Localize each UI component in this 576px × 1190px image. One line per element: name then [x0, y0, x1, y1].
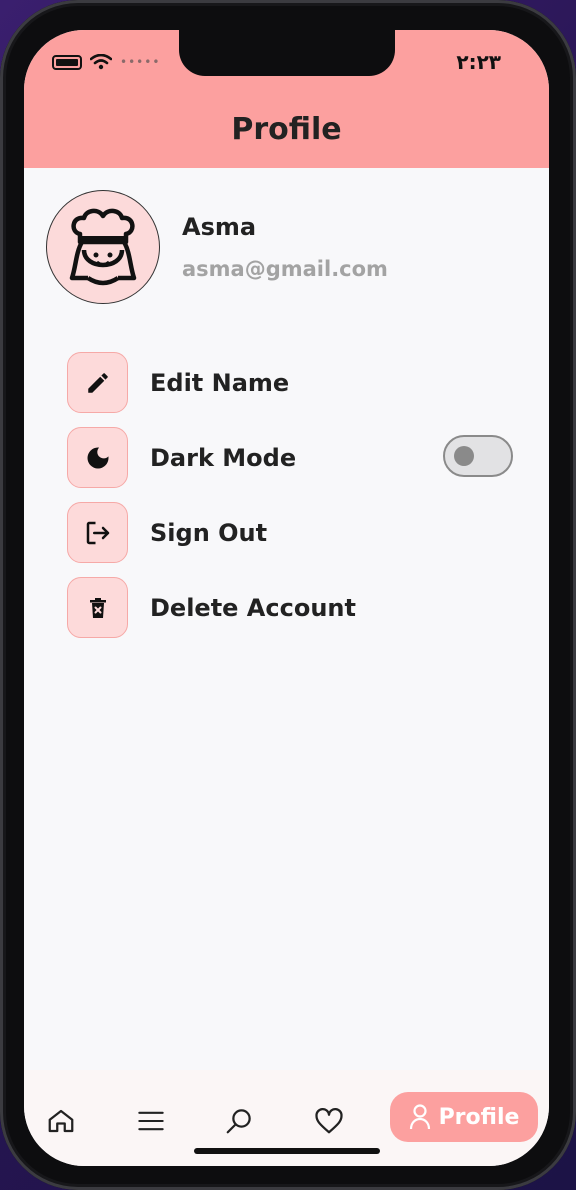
nav-profile-label: Profile [438, 1104, 520, 1130]
moon-icon [67, 427, 128, 488]
menu-item-label: Delete Account [150, 593, 356, 622]
user-info: Asma asma@gmail.com [182, 213, 388, 281]
menu-item-dark-mode[interactable]: Dark Mode [67, 427, 513, 488]
sign-out-icon [67, 502, 128, 563]
bottom-navigation: Profile [24, 1070, 549, 1166]
dark-mode-toggle[interactable] [443, 435, 513, 477]
wifi-icon [90, 54, 112, 70]
battery-icon [52, 54, 82, 70]
heart-icon[interactable] [312, 1104, 346, 1138]
menu-item-label: Edit Name [150, 368, 290, 397]
device-notch [179, 30, 395, 76]
chef-avatar-icon [46, 190, 160, 304]
menu-item-label: Dark Mode [150, 443, 297, 472]
menu-item-sign-out[interactable]: Sign Out [67, 502, 507, 563]
user-email: asma@gmail.com [182, 257, 388, 281]
home-indicator [194, 1148, 380, 1154]
phone-frame: ••••• ٢:٢٣ Profile Asma asma@gmail.com E… [0, 0, 576, 1190]
menu-icon[interactable] [134, 1104, 168, 1138]
toggle-knob [454, 446, 474, 466]
trash-icon [67, 577, 128, 638]
menu-item-delete-account[interactable]: Delete Account [67, 577, 507, 638]
status-indicators: ••••• [52, 54, 160, 70]
signal-icon: ••••• [120, 55, 161, 69]
nav-profile-button[interactable]: Profile [390, 1092, 538, 1142]
menu-item-label: Sign Out [150, 518, 268, 547]
page-title: Profile [231, 112, 342, 147]
user-icon [409, 1104, 430, 1130]
app-header: ••••• ٢:٢٣ Profile [24, 30, 549, 168]
home-icon[interactable] [44, 1104, 78, 1138]
pencil-icon [67, 352, 128, 413]
search-icon[interactable] [222, 1104, 256, 1138]
app-screen: ••••• ٢:٢٣ Profile Asma asma@gmail.com E… [24, 30, 549, 1166]
menu-item-edit-name[interactable]: Edit Name [67, 352, 507, 413]
user-name: Asma [182, 213, 257, 241]
status-time: ٢:٢٣ [456, 50, 501, 74]
settings-menu: Edit Name Dark Mode Sign Out Delete Acco… [67, 352, 513, 652]
profile-summary: Asma asma@gmail.com [46, 190, 388, 304]
